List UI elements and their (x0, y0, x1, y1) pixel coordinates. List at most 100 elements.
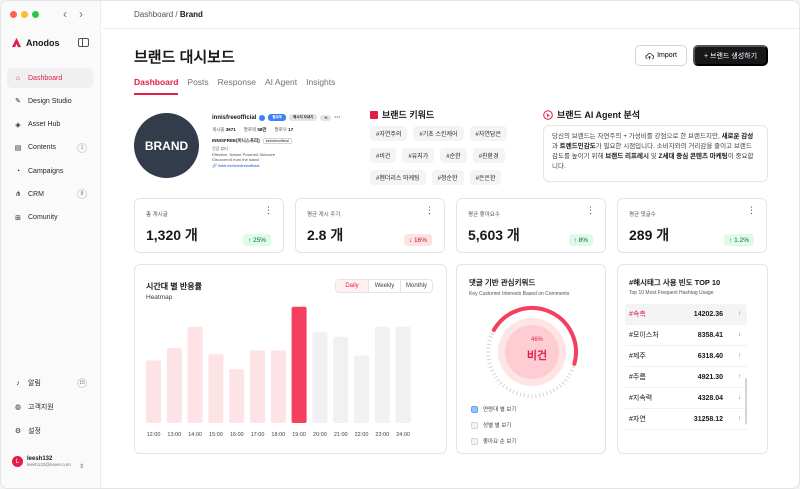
checkbox-icon[interactable] (471, 421, 478, 429)
heatmap-bar[interactable] (187, 326, 203, 423)
maximize-window-button[interactable] (32, 11, 39, 18)
message-button[interactable]: 메시지 보내기 (289, 114, 318, 121)
chevron-updown-icon[interactable]: ⇕ (79, 463, 84, 470)
hashtag-list: #속촉 14202.36 ↑ #모이스처 8358.41 ↓ #제주 6318.40 ↑ #… (625, 304, 747, 430)
option-by-age[interactable]: 연령대 별 보기 (471, 405, 516, 413)
option-by-gender[interactable]: 성별 별 보기 (471, 421, 516, 429)
gauge-tick (552, 388, 556, 393)
bio-link[interactable]: 🔗 linktr.ee/innisfreeofficial (212, 163, 352, 169)
x-tick-label: 23:00 (375, 432, 389, 438)
close-window-button[interactable] (10, 11, 17, 18)
tab-insights[interactable]: Insights (306, 77, 335, 95)
sidebar-item-contents[interactable]: ▤ Contents 1 (7, 138, 93, 158)
breadcrumb-parent[interactable]: Dashboard (134, 10, 173, 19)
sidebar-item-label: 고객지원 (28, 404, 54, 411)
heatmap-bar[interactable] (333, 336, 349, 423)
hashtag-top10-panel: #해시태그 사용 빈도 TOP 10 Top 10 Most Frequent … (617, 264, 768, 454)
sidebar-item-support[interactable]: ◍ 고객지원 (7, 397, 93, 417)
x-tick-label: 17:00 (251, 432, 265, 438)
table-row[interactable]: #속촉 14202.36 ↑ (625, 304, 747, 325)
heatmap-bar[interactable] (395, 326, 411, 423)
add-person-button[interactable]: +i (320, 114, 332, 121)
keyword-chip[interactable]: #비건 (370, 148, 397, 163)
view-options: 연령대 별 보기 성별 별 보기 좋아요 순 보기 (471, 405, 516, 453)
checkbox-icon[interactable] (471, 437, 478, 445)
heatmap-bar[interactable] (291, 306, 307, 423)
stat-value: 1,320 개 (146, 227, 198, 243)
keyword-chip[interactable]: #기초 스킨케어 (413, 126, 464, 141)
page-title: 브랜드 대시보드 (134, 49, 235, 66)
gauge-tick (488, 335, 493, 339)
sidebar-toggle-icon[interactable] (78, 38, 89, 47)
sidebar-item-settings[interactable]: ⚙ 설정 (7, 421, 93, 441)
brand-profile: innisfreeofficial 팔로우 메시지 보내기 +i ··· 게시물… (212, 114, 352, 168)
tab-response[interactable]: Response (218, 77, 256, 95)
create-brand-button[interactable]: + 브랜드 생성하기 (693, 45, 768, 66)
heatmap-bar[interactable] (146, 360, 161, 424)
ai-agent-title-text: 브랜드 AI Agent 분석 (557, 110, 641, 120)
table-row[interactable]: #지속력 4328.04 ↓ (625, 388, 747, 409)
table-row[interactable]: #모이스처 8358.41 ↓ (625, 325, 747, 346)
brand-name-row: INNISFREE(이니스프리) innisfreeofficial (212, 138, 352, 144)
followers-stat: 팔로워 58만 (243, 127, 267, 132)
stat-card-avg-comments: 평균 댓글수 ⋮ 289 개 ↑ 1.2% (617, 198, 767, 253)
app-logo-text: Anodos (26, 37, 60, 48)
brand-bio: 건강 뷰티 Effective. Nature Powered Skincare… (212, 146, 352, 168)
sidebar-item-label: Comunity (28, 214, 58, 222)
kebab-menu-icon[interactable]: ⋮ (747, 206, 756, 215)
x-tick-label: 13:00 (167, 432, 181, 438)
ai-cursor-icon (543, 109, 553, 120)
sidebar-item-comunity[interactable]: ⊞ Comunity (7, 208, 93, 228)
forward-arrow-icon[interactable]: › (79, 7, 95, 21)
heatmap-bar[interactable] (229, 369, 245, 423)
heatmap-bar[interactable] (270, 350, 286, 424)
user-account[interactable]: L leesh132 leesh132@naver.com (12, 456, 71, 467)
keyword-chip[interactable]: #친환경 (472, 148, 505, 163)
heatmap-bar[interactable] (208, 354, 224, 423)
keyword-chip[interactable]: #순한 (440, 148, 467, 163)
back-arrow-icon[interactable]: ‹ (63, 7, 79, 21)
share-icon: ⋔ (15, 191, 21, 199)
checkbox-checked-icon[interactable] (471, 405, 478, 413)
keyword-chip[interactable]: #청순한 (431, 170, 464, 185)
heatmap-bar[interactable] (166, 348, 182, 423)
hashtag-title: #해시태그 사용 빈도 TOP 10 (629, 278, 721, 287)
keyword-chip[interactable]: #자연주의 (370, 126, 408, 141)
sidebar-item-dashboard[interactable]: ⌂ Dashboard (7, 68, 93, 88)
sidebar-item-asset-hub[interactable]: ◈ Asset Hub (7, 115, 93, 135)
more-options-icon[interactable]: ··· (334, 115, 340, 121)
kebab-menu-icon[interactable]: ⋮ (425, 206, 434, 215)
tab-ai-agent[interactable]: AI Agent (265, 77, 297, 95)
notifications-count-badge: 15 (77, 378, 87, 388)
sidebar-item-crm[interactable]: ⋔ CRM 8 (7, 184, 93, 204)
sidebar-item-design-studio[interactable]: ✎ Design Studio (7, 91, 93, 111)
heatmap-bar[interactable] (250, 350, 265, 424)
keyword-chip[interactable]: #자연담은 (469, 126, 507, 141)
table-row[interactable]: #제주 6318.40 ↑ (625, 346, 747, 367)
option-by-likes[interactable]: 좋아요 순 보기 (471, 437, 516, 445)
gauge-tick (515, 391, 519, 396)
scrollbar[interactable] (745, 378, 747, 424)
gauge-tick (505, 386, 509, 390)
app-logo[interactable]: Anodos (11, 37, 60, 48)
table-row[interactable]: #자연 31258.12 ↑ (625, 409, 747, 430)
table-row[interactable]: #주름 4921.30 ↑ (625, 367, 747, 388)
sidebar-item-notifications[interactable]: ♪ 알림 15 (7, 373, 93, 393)
sidebar-item-label: 알림 (28, 380, 41, 387)
heatmap-bar[interactable] (354, 355, 369, 424)
kebab-menu-icon[interactable]: ⋮ (586, 206, 595, 215)
tab-dashboard[interactable]: Dashboard (134, 77, 179, 95)
follow-button[interactable]: 팔로우 (268, 114, 287, 121)
heatmap-bar[interactable] (312, 331, 328, 423)
keyword-chip[interactable]: #헨더리스 마케팅 (370, 170, 426, 185)
import-button[interactable]: Import (635, 45, 687, 66)
tag-icon (370, 110, 378, 119)
sidebar-item-label: CRM (28, 190, 44, 198)
sidebar-item-campaigns[interactable]: ◔ Campaigns (7, 161, 93, 181)
keyword-chip[interactable]: #유지가 (402, 148, 435, 163)
minimize-window-button[interactable] (21, 11, 28, 18)
kebab-menu-icon[interactable]: ⋮ (264, 206, 273, 215)
tab-posts[interactable]: Posts (187, 77, 208, 95)
keyword-chip[interactable]: #은은한 (469, 170, 502, 185)
heatmap-bar[interactable] (374, 326, 390, 423)
